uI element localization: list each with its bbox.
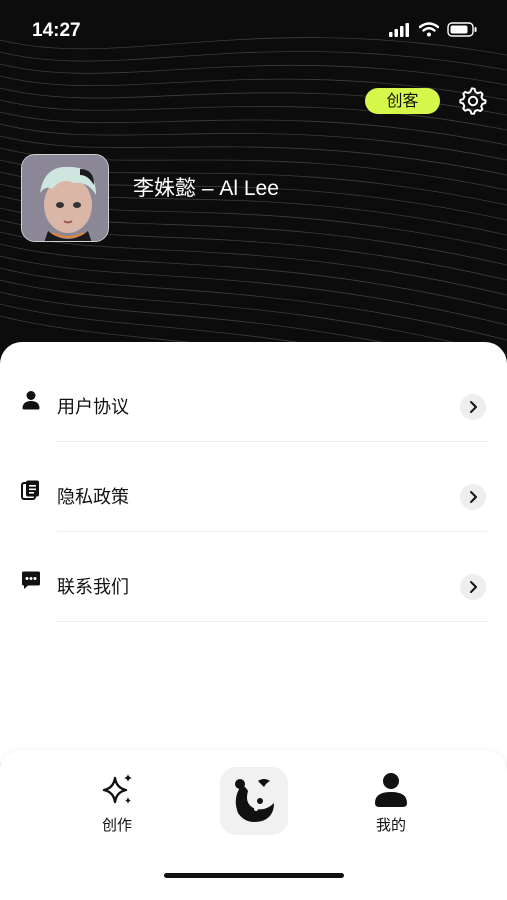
tab-label: 创作 (101, 816, 132, 834)
menu-item-user-agreement[interactable]: 用户协议 (0, 352, 507, 442)
settings-gear-icon[interactable] (459, 87, 487, 115)
home-indicator (164, 873, 344, 878)
username: 李姝懿 – Al Lee (133, 177, 279, 200)
menu-card: 用户协议 隐私政策 联系我们 (0, 342, 507, 762)
menu-item-label: 用户协议 (57, 397, 129, 418)
signal-icon (389, 22, 409, 37)
menu-item-privacy-policy[interactable]: 隐私政策 (0, 442, 507, 532)
tab-mine[interactable]: 我的 (366, 770, 416, 835)
tab-create[interactable]: 创作 (92, 770, 142, 835)
chevron-right-icon[interactable] (460, 574, 486, 600)
document-icon (21, 480, 39, 500)
status-icons (389, 22, 477, 37)
status-bar: 14:27 (0, 0, 507, 60)
chevron-right-icon[interactable] (460, 394, 486, 420)
tab-home-logo[interactable] (220, 767, 288, 835)
profile-header: 14:27 创客 李姝懿 – Al Lee (0, 0, 507, 380)
person-icon (375, 773, 407, 807)
divider (57, 621, 487, 622)
menu-item-label: 联系我们 (57, 577, 129, 598)
creator-badge[interactable]: 创客 (365, 88, 440, 114)
menu-item-label: 隐私政策 (57, 487, 129, 508)
user-icon (22, 391, 40, 410)
status-time: 14:27 (32, 20, 81, 41)
menu-item-contact-us[interactable]: 联系我们 (0, 532, 507, 622)
tab-label: 我的 (375, 816, 406, 834)
sparkle-icon (102, 774, 132, 804)
app-logo-icon (235, 779, 274, 822)
message-icon (22, 571, 40, 589)
avatar[interactable] (21, 154, 109, 242)
wifi-icon (419, 22, 439, 37)
avatar-portrait-icon (22, 155, 108, 241)
battery-icon (447, 22, 477, 37)
chevron-right-icon[interactable] (460, 484, 486, 510)
